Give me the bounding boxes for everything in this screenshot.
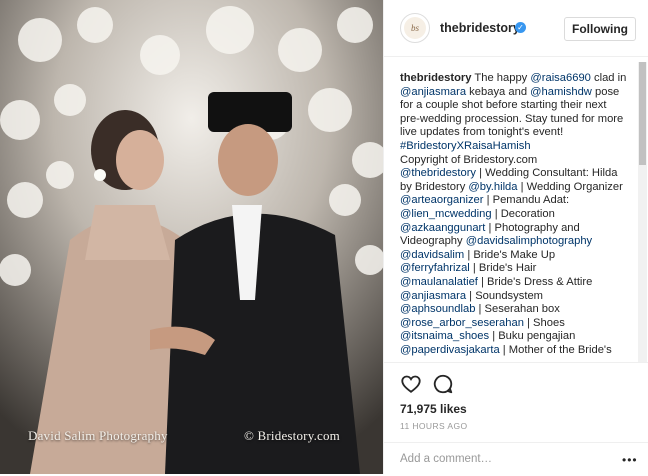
caption-text: | Buku pengajian bbox=[489, 330, 576, 343]
more-options-icon[interactable]: ••• bbox=[622, 453, 638, 467]
caption-text: | Soundsystem bbox=[466, 289, 543, 302]
mention-link[interactable]: @davidsalimphotography bbox=[466, 235, 592, 247]
caption-credit-line: @ferryfahrizal | Bride's Hair bbox=[400, 262, 628, 276]
photo-watermark-right: © Bridestory.com bbox=[244, 428, 340, 443]
caption-scrollbar[interactable] bbox=[638, 62, 647, 362]
caption-author-link[interactable]: thebridestory bbox=[400, 72, 472, 84]
caption-copyright: Copyright of Bridestory.com bbox=[400, 153, 538, 166]
caption-text: | Mother of the Bride's bbox=[499, 343, 612, 356]
verified-badge-icon: ✓ bbox=[515, 22, 526, 33]
caption-credit-line: @anjiasmara | Soundsystem bbox=[400, 290, 628, 304]
mention-link[interactable]: @arteaorganizer bbox=[400, 194, 484, 206]
caption-text: | Bride's Make Up bbox=[464, 248, 556, 261]
mention-link[interactable]: @paperdivasjakarta bbox=[400, 344, 500, 356]
caption-credit-line: @rose_arbor_seserahan | Shoes bbox=[400, 317, 628, 331]
mention-link[interactable]: @anjiasmara bbox=[400, 290, 466, 302]
caption-text: | Seserahan box bbox=[475, 303, 560, 316]
mention-link[interactable]: @itsnaima_shoes bbox=[400, 330, 489, 342]
caption-text: | Bride's Dress & Attire bbox=[477, 275, 593, 288]
caption-text: The happy bbox=[471, 72, 531, 84]
caption-paragraph: thebridestory The happy @raisa6690 clad … bbox=[400, 72, 628, 154]
caption-text: clad in bbox=[590, 72, 627, 84]
caption-credit-line: @paperdivasjakarta | Mother of the Bride… bbox=[400, 344, 628, 358]
caption-text: | Shoes bbox=[523, 316, 565, 329]
comment-icon[interactable] bbox=[432, 373, 454, 395]
comment-bar: Add a comment… ••• bbox=[384, 442, 648, 476]
mention-link[interactable]: @anjiasmara bbox=[400, 86, 466, 98]
likes-count[interactable]: 71,975 likes bbox=[400, 402, 467, 416]
post-caption: thebridestory The happy @raisa6690 clad … bbox=[400, 72, 628, 362]
caption-text: kebaya and bbox=[466, 85, 531, 98]
caption-credit-line: @itsnaima_shoes | Buku pengajian bbox=[400, 330, 628, 344]
caption-credit-line: @maulanalatief | Bride's Dress & Attire bbox=[400, 276, 628, 290]
caption-text: | Decoration bbox=[491, 207, 555, 220]
post-timestamp[interactable]: 11 HOURS AGO bbox=[400, 421, 467, 431]
mention-link[interactable]: @hamishdw bbox=[530, 86, 592, 98]
mention-link[interactable]: @rose_arbor_seserahan bbox=[400, 317, 524, 329]
hashtag-link[interactable]: #BridestoryXRaisaHamish bbox=[400, 140, 531, 152]
mention-link[interactable]: @azkaanggunart bbox=[400, 222, 485, 234]
avatar[interactable]: bs bbox=[400, 13, 430, 43]
caption-credit-line: @aphsoundlab | Seserahan box bbox=[400, 303, 628, 317]
post-header: bs thebridestory ✓ Following bbox=[384, 0, 648, 57]
post-photo[interactable]: David Salim Photography © Bridestory.com bbox=[0, 0, 383, 474]
following-button[interactable]: Following bbox=[564, 17, 636, 41]
mention-link[interactable]: @by.hilda bbox=[468, 181, 517, 193]
heart-icon[interactable] bbox=[400, 373, 422, 395]
mention-link[interactable]: @ferryfahrizal bbox=[400, 262, 470, 274]
mention-link[interactable]: @davidsalim bbox=[400, 249, 464, 261]
mention-link[interactable]: @maulanalatief bbox=[400, 276, 478, 288]
mention-link[interactable]: @raisa6690 bbox=[530, 72, 591, 84]
post-actions: 71,975 likes 11 HOURS AGO Add a comment…… bbox=[384, 362, 648, 475]
comment-input[interactable]: Add a comment… bbox=[400, 453, 492, 465]
caption-text: | Wedding Organizer bbox=[517, 180, 623, 193]
caption-text: | Bride's Hair bbox=[469, 262, 537, 275]
caption-credits: @thebridestory | Wedding Consultant: Hil… bbox=[400, 167, 628, 249]
mention-link[interactable]: @thebridestory bbox=[400, 167, 476, 179]
username-link[interactable]: thebridestory bbox=[440, 21, 520, 35]
photo-art bbox=[0, 0, 383, 474]
mention-link[interactable]: @lien_mcwedding bbox=[400, 208, 492, 220]
mention-link[interactable]: @aphsoundlab bbox=[400, 303, 475, 315]
brand-logo: bs bbox=[404, 17, 426, 39]
caption-text: | Pemandu Adat: bbox=[483, 194, 570, 207]
scrollbar-thumb[interactable] bbox=[639, 62, 646, 165]
caption-credit-line: @davidsalim | Bride's Make Up bbox=[400, 249, 628, 263]
photo-watermark-left: David Salim Photography bbox=[28, 428, 168, 443]
post-side-panel: bs thebridestory ✓ Following thebridesto… bbox=[383, 0, 648, 474]
